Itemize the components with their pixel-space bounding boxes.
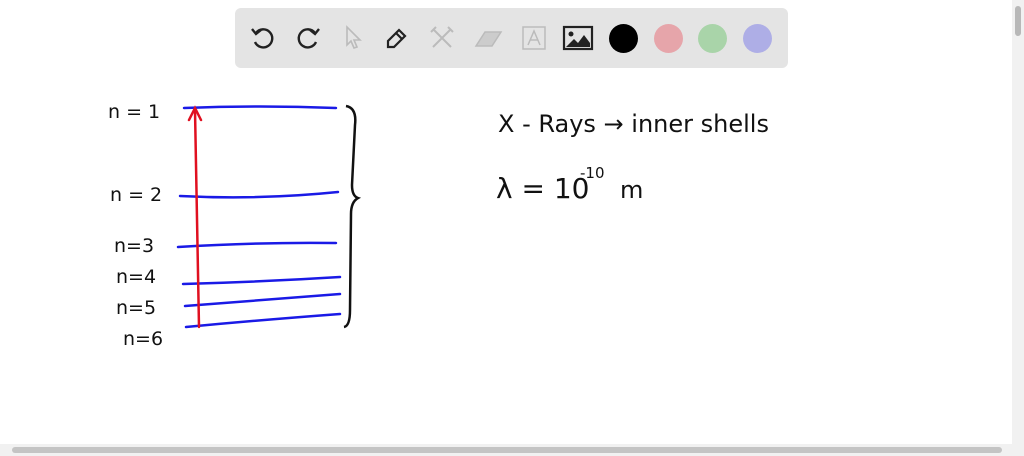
level-label-4: n=4 — [116, 266, 156, 288]
bracket — [343, 104, 362, 329]
level-label-2: n = 2 — [110, 184, 162, 206]
horizontal-scrollbar[interactable] — [0, 444, 1024, 456]
drawing-canvas[interactable]: n = 1 n = 2 n=3 n=4 n=5 n=6 X - Rays → i… — [0, 0, 1010, 444]
horizontal-scroll-thumb[interactable] — [12, 447, 1002, 453]
level-line-4 — [181, 275, 342, 286]
level-line-6 — [184, 312, 342, 329]
level-line-1 — [182, 105, 338, 110]
note-exponent: -10 — [580, 164, 605, 182]
level-line-5 — [183, 292, 342, 308]
vertical-scroll-thumb[interactable] — [1015, 6, 1021, 36]
note-wavelength: λ = 10 — [496, 172, 589, 205]
level-label-1: n = 1 — [108, 101, 160, 123]
level-line-3 — [176, 241, 338, 249]
note-unit: m — [620, 176, 643, 204]
energy-levels — [176, 105, 342, 329]
transition-arrow — [187, 105, 203, 329]
note-xrays: X - Rays → inner shells — [498, 110, 769, 138]
level-label-6: n=6 — [123, 328, 163, 350]
level-line-2 — [178, 190, 340, 199]
level-label-3: n=3 — [114, 235, 154, 257]
level-label-5: n=5 — [116, 297, 156, 319]
vertical-scrollbar[interactable] — [1012, 0, 1024, 444]
